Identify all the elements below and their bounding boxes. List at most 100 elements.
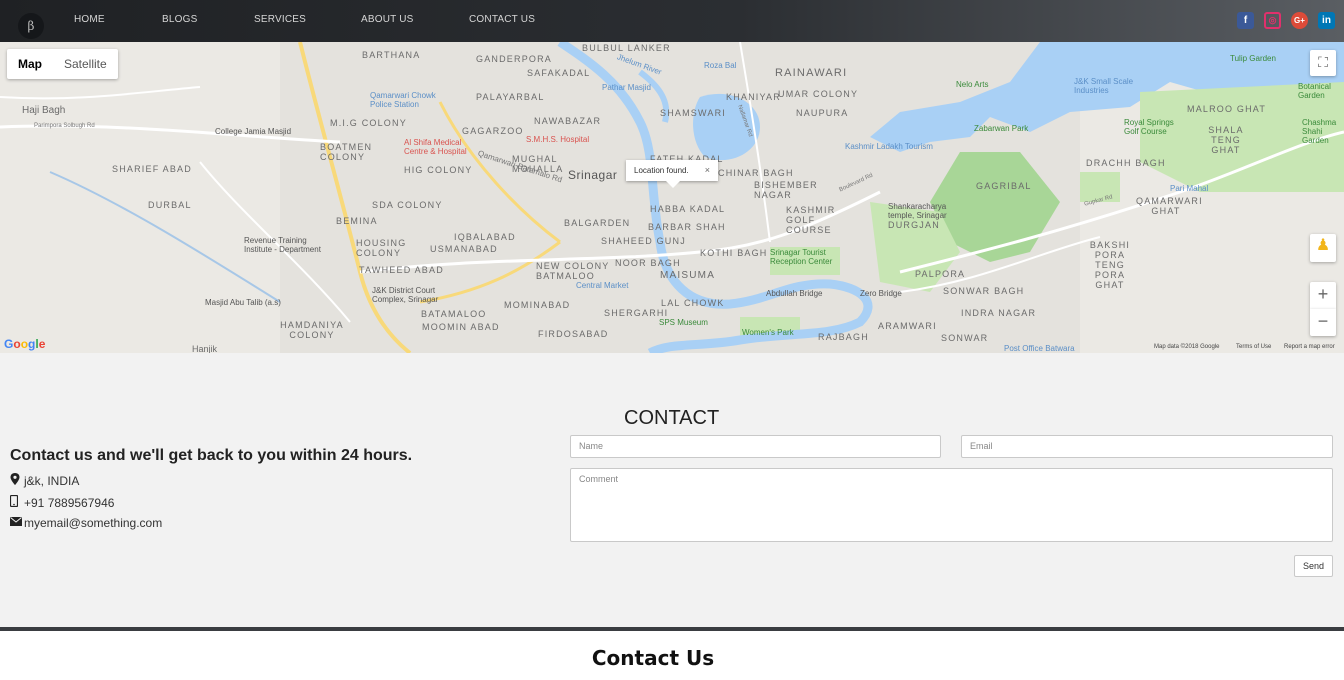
map-poi[interactable]: College Jamia Masjid — [215, 127, 291, 136]
phone-text: +91 7889567946 — [24, 495, 115, 510]
map-label: HIG COLONY — [404, 165, 473, 175]
map-poi[interactable]: Botanical Garden — [1298, 82, 1338, 100]
map-label: BARTHANA — [362, 50, 421, 60]
map-poi[interactable]: Pathar Masjid — [602, 83, 651, 92]
map-poi[interactable]: J&K District Court Complex, Srinagar — [372, 286, 464, 304]
contact-tagline: Contact us and we'll get back to you wit… — [10, 447, 413, 464]
map-label: MOMINABAD — [504, 300, 571, 310]
phone-row: +91 7889567946 — [9, 494, 115, 510]
google-map[interactable]: Map Satellite BARTHANA GANDERPORA BULBUL… — [0, 42, 1344, 353]
map-label: KHANIYAR — [726, 92, 781, 102]
zoom-in-button[interactable]: + — [1310, 282, 1336, 309]
map-type-map-button[interactable]: Map — [7, 49, 53, 79]
map-label: USMANABAD — [430, 244, 498, 254]
map-label: NEW COLONY BATMALOO — [536, 261, 610, 281]
instagram-icon[interactable]: ◎ — [1264, 12, 1281, 29]
map-label: GAGRIBAL — [976, 181, 1032, 191]
map-poi[interactable]: SPS Museum — [659, 318, 708, 327]
map-poi[interactable]: Nelo Arts — [956, 80, 988, 89]
nav-link-services[interactable]: SERVICES — [254, 14, 306, 25]
map-label: BARBAR SHAH — [648, 222, 726, 232]
nav-link-contact-us[interactable]: CONTACT US — [469, 14, 535, 25]
map-label: MAISUMA — [660, 270, 716, 281]
map-poi[interactable]: Zero Bridge — [860, 289, 902, 298]
map-poi[interactable]: Chashma Shahi Garden — [1302, 118, 1342, 145]
nav-link-about-us[interactable]: ABOUT US — [361, 14, 414, 25]
report-map-error-link[interactable]: Report a map error — [1284, 344, 1335, 350]
map-type-control: Map Satellite — [7, 49, 118, 79]
pegman-street-view-icon[interactable]: ♟ — [1310, 234, 1336, 262]
map-label: PALAYARBAL — [476, 92, 545, 102]
map-label: CHINAR BAGH — [718, 168, 794, 178]
google-logo: Google — [4, 337, 46, 351]
site-logo[interactable]: β — [18, 13, 44, 39]
zoom-out-button[interactable]: − — [1310, 309, 1336, 336]
map-poi[interactable]: Abdullah Bridge — [766, 289, 822, 298]
map-label: RAINAWARI — [775, 67, 848, 79]
terms-of-use-link[interactable]: Terms of Use — [1236, 344, 1271, 350]
map-label: LAL CHOWK — [661, 298, 725, 308]
map-poi[interactable]: J&K Small Scale Industries — [1074, 77, 1144, 95]
map-label: HOUSING COLONY — [356, 238, 407, 258]
map-label: SHARIEF ABAD — [112, 164, 192, 174]
map-label: BALGARDEN — [564, 218, 631, 228]
mobile-phone-icon — [9, 494, 24, 510]
facebook-icon[interactable]: f — [1237, 12, 1254, 29]
map-label: NAWABAZAR — [534, 116, 602, 126]
map-label: NAUPURA — [796, 108, 849, 118]
map-label: MALROO GHAT — [1187, 104, 1267, 114]
map-label: PALPORA — [915, 269, 966, 279]
infowindow-close-icon[interactable]: × — [705, 160, 710, 181]
send-button[interactable]: Send — [1294, 555, 1333, 577]
nav-link-blogs[interactable]: BLOGS — [162, 14, 197, 25]
map-label: BATAMALOO — [421, 309, 487, 319]
infowindow-text: Location found. — [634, 166, 689, 175]
location-found-infowindow: Location found. × — [626, 160, 718, 188]
contact-title: CONTACT — [624, 407, 720, 429]
address-row: j&k, INDIA — [10, 473, 79, 488]
map-poi[interactable]: Shankaracharya temple, Srinagar — [888, 202, 960, 220]
map-label: KOTHI BAGH — [700, 248, 768, 258]
map-label: SDA COLONY — [372, 200, 443, 210]
map-label: Hanjik — [192, 344, 218, 353]
map-label: BULBUL LANKER — [582, 43, 671, 53]
email-field[interactable]: Email — [961, 435, 1333, 458]
map-poi[interactable]: Tulip Garden — [1230, 54, 1276, 63]
top-navbar: β HOME BLOGS SERVICES ABOUT US CONTACT U… — [0, 0, 1344, 42]
map-poi[interactable]: Masjid Abu Talib (a.s) — [205, 298, 281, 307]
map-poi[interactable]: Al Shifa Medical Centre & Hospital — [404, 138, 474, 156]
fullscreen-icon[interactable]: ⛶ — [1310, 50, 1336, 76]
map-label: Haji Bagh — [22, 105, 66, 116]
map-poi[interactable]: Srinagar Tourist Reception Center — [770, 248, 840, 266]
nav-link-home[interactable]: HOME — [74, 14, 105, 25]
map-label: SHAHEED GUNJ — [601, 236, 686, 246]
email-text[interactable]: myemail@something.com — [24, 516, 162, 530]
google-plus-icon[interactable]: G+ — [1291, 12, 1308, 29]
map-label: MOOMIN ABAD — [422, 322, 500, 332]
map-poi[interactable]: Pari Mahal — [1170, 184, 1208, 193]
map-poi[interactable]: Central Market — [576, 281, 628, 290]
map-label-city: Srinagar — [568, 168, 618, 182]
map-label: TAWHEED ABAD — [359, 265, 444, 275]
map-poi[interactable]: Women's Park — [742, 328, 794, 337]
map-label: SHALA TENG GHAT — [1208, 125, 1244, 155]
map-poi[interactable]: Kashmir Ladakh Tourism — [845, 142, 933, 151]
address-text: j&k, INDIA — [24, 473, 80, 488]
map-poi[interactable]: Roza Bal — [704, 61, 736, 70]
map-poi[interactable]: Zabarwan Park — [974, 124, 1028, 133]
map-poi[interactable]: Royal Springs Golf Course — [1124, 118, 1184, 136]
map-data-attribution: Map data ©2018 Google — [1154, 344, 1220, 350]
map-type-satellite-button[interactable]: Satellite — [53, 49, 118, 79]
map-poi[interactable]: Qamarwari Chowk Police Station — [370, 91, 440, 109]
map-poi[interactable]: Post Office Batwara — [1004, 344, 1075, 353]
map-label: HABBA KADAL — [650, 204, 726, 214]
map-label: BISHEMBER NAGAR — [754, 180, 818, 200]
map-label: RAJBAGH — [818, 332, 869, 342]
map-label: KASHMIR GOLF COURSE — [786, 205, 836, 235]
map-poi[interactable]: S.M.H.S. Hospital — [526, 135, 589, 144]
map-label: DRACHH BAGH — [1086, 158, 1166, 168]
name-field[interactable]: Name — [570, 435, 941, 458]
comment-textarea[interactable]: Comment — [570, 468, 1333, 542]
map-poi[interactable]: Revenue Training Institute - Department — [244, 236, 336, 254]
linkedin-icon[interactable]: in — [1318, 12, 1335, 29]
